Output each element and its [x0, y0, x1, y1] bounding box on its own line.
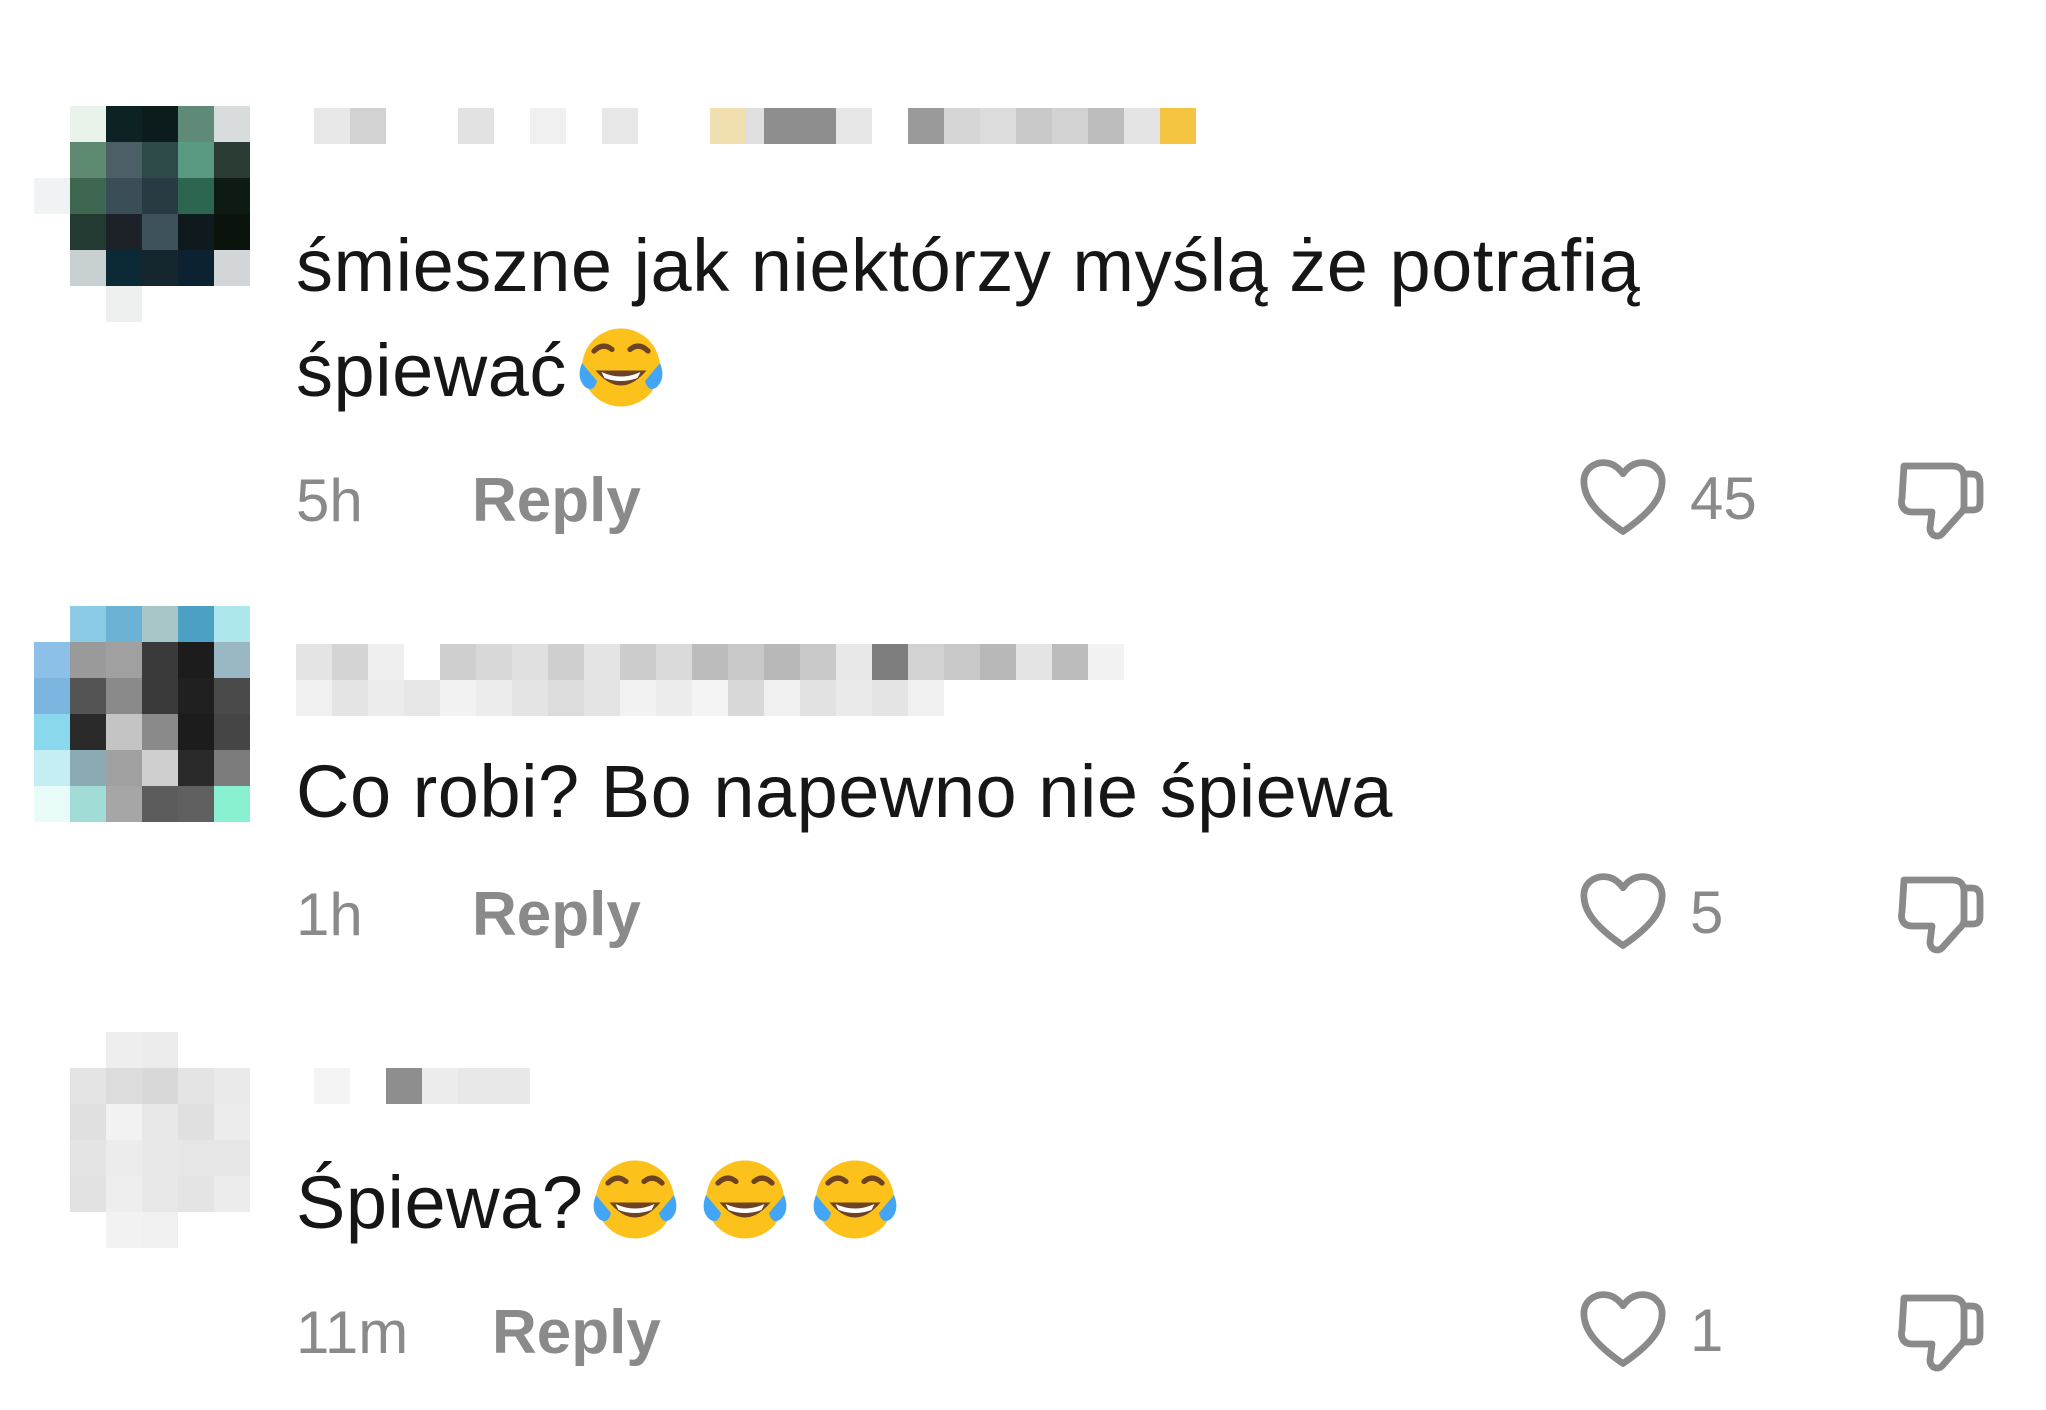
username-redacted[interactable]: [296, 108, 1196, 198]
reply-button[interactable]: Reply: [492, 1297, 661, 1368]
avatar[interactable]: [34, 1032, 250, 1248]
thumbs-down-outline-icon: [1898, 876, 1984, 954]
reply-button[interactable]: Reply: [472, 465, 641, 536]
face-with-tears-of-joy-emoji: [807, 1150, 903, 1246]
username-redacted[interactable]: [296, 644, 1196, 734]
username-redacted[interactable]: [296, 1068, 1196, 1158]
like-button[interactable]: 45: [1578, 450, 1757, 546]
like-count: 45: [1690, 464, 1757, 532]
avatar[interactable]: [34, 106, 250, 322]
comment-text-content: Śpiewa?: [296, 1161, 584, 1244]
like-count: 5: [1690, 878, 1724, 946]
comment-text: Co robi? Bo napewno nie śpiewa: [296, 740, 1856, 844]
dislike-button[interactable]: [1892, 1282, 1988, 1378]
dislike-button[interactable]: [1892, 450, 1988, 546]
comment-text: śmieszne jak niektórzy myślą że potrafią…: [296, 214, 1856, 423]
like-button[interactable]: 5: [1578, 864, 1723, 960]
heart-outline-icon: [1580, 1291, 1666, 1367]
comment-timestamp: 5h: [296, 466, 363, 534]
comment-meta: 1h Reply: [296, 874, 641, 954]
face-with-tears-of-joy-emoji: [573, 318, 669, 414]
comment-meta: 5h Reply: [296, 460, 641, 540]
face-with-tears-of-joy-emoji: [587, 1150, 683, 1246]
comment-timestamp: 11m: [296, 1298, 409, 1366]
face-with-tears-of-joy-emoji: [697, 1150, 793, 1246]
avatar[interactable]: [34, 606, 250, 822]
comment-meta: 11m Reply: [296, 1292, 661, 1372]
heart-outline-icon: [1580, 459, 1666, 535]
comment-text-content: Co robi? Bo napewno nie śpiewa: [296, 750, 1393, 833]
dislike-button[interactable]: [1892, 864, 1988, 960]
like-button[interactable]: 1: [1578, 1282, 1723, 1378]
comment-timestamp: 1h: [296, 880, 363, 948]
heart-outline-icon: [1580, 873, 1666, 949]
like-count: 1: [1690, 1296, 1724, 1364]
thumbs-down-outline-icon: [1898, 462, 1984, 540]
comment-text-content: śmieszne jak niektórzy myślą że potrafią…: [296, 224, 1641, 412]
thumbs-down-outline-icon: [1898, 1294, 1984, 1372]
comment-text: Śpiewa?: [296, 1150, 1856, 1255]
reply-button[interactable]: Reply: [472, 879, 641, 950]
